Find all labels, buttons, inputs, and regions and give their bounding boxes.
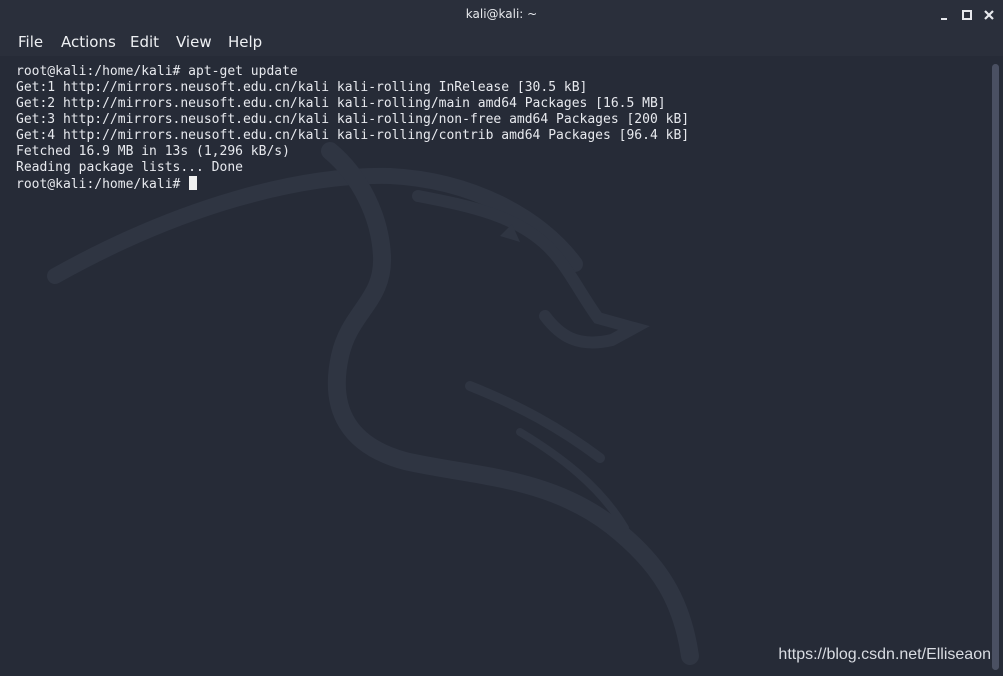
terminal-window: kali@kali: ~ File Actions Edit View Help… xyxy=(0,0,1003,676)
terminal-line: root@kali:/home/kali# apt-get update xyxy=(16,64,298,79)
terminal-prompt: root@kali:/home/kali# xyxy=(16,177,189,192)
menu-edit[interactable]: Edit xyxy=(130,33,159,51)
terminal-line: Reading package lists... Done xyxy=(16,160,243,175)
terminal-line: Get:4 http://mirrors.neusoft.edu.cn/kali… xyxy=(16,128,690,143)
scrollbar-track[interactable] xyxy=(992,64,999,670)
menu-bar: File Actions Edit View Help xyxy=(0,30,1003,56)
terminal-line: Get:3 http://mirrors.neusoft.edu.cn/kali… xyxy=(16,112,690,127)
minimize-icon[interactable] xyxy=(937,8,951,22)
menu-file[interactable]: File xyxy=(18,33,43,51)
terminal-cursor xyxy=(189,176,198,190)
maximize-icon[interactable] xyxy=(960,8,974,22)
terminal-line: Get:1 http://mirrors.neusoft.edu.cn/kali… xyxy=(16,80,588,95)
menu-view[interactable]: View xyxy=(176,33,212,51)
terminal-line: Fetched 16.9 MB in 13s (1,296 kB/s) xyxy=(16,144,290,159)
terminal-area[interactable]: root@kali:/home/kali# apt-get update Get… xyxy=(0,56,1003,676)
terminal-output: root@kali:/home/kali# apt-get update Get… xyxy=(16,64,689,192)
scrollbar-thumb[interactable] xyxy=(992,64,999,670)
window-title: kali@kali: ~ xyxy=(465,7,538,21)
close-icon[interactable] xyxy=(982,8,996,22)
menu-help[interactable]: Help xyxy=(228,33,262,51)
menu-actions[interactable]: Actions xyxy=(61,33,116,51)
watermark: https://blog.csdn.net/Elliseaon xyxy=(778,646,991,663)
terminal-prompt-line[interactable]: root@kali:/home/kali# xyxy=(16,176,689,192)
terminal-line: Get:2 http://mirrors.neusoft.edu.cn/kali… xyxy=(16,96,666,111)
title-bar[interactable]: kali@kali: ~ xyxy=(0,0,1003,30)
